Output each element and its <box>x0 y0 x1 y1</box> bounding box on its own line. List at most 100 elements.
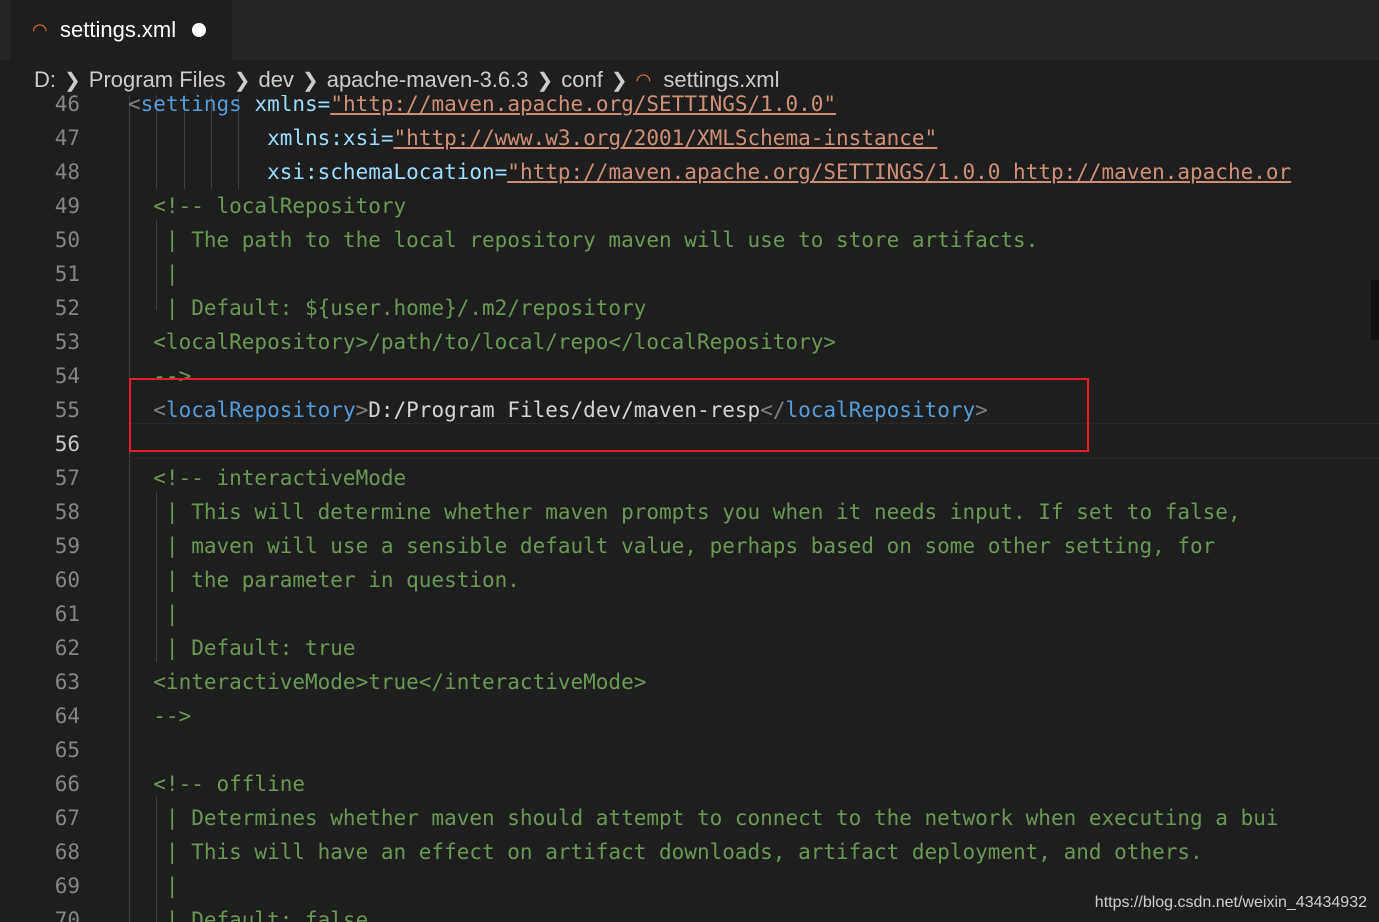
line-number: 46 <box>54 95 80 116</box>
unsaved-dot-icon[interactable] <box>192 23 207 37</box>
line-number: 53 <box>54 330 80 354</box>
code-token: xmlns= <box>241 95 331 116</box>
code-text: | Default: ${user.home}/.m2/repository <box>128 291 646 325</box>
line-number: 55 <box>54 398 80 422</box>
code-token: <localRepository>/path/to/local/repo</lo… <box>128 330 837 354</box>
tab-filename: settings.xml <box>60 17 177 42</box>
line-number: 69 <box>54 874 80 898</box>
watermark: https://blog.csdn.net/weixin_43434932 <box>1092 892 1369 914</box>
line-number: 70 <box>54 908 80 922</box>
code-token: | Default: false <box>128 908 369 922</box>
line-number: 61 <box>54 602 80 626</box>
code-token: settings <box>140 95 242 116</box>
code-token: "http://www.w3.org/2001/XMLSchema-instan… <box>393 126 938 150</box>
code-line[interactable]: 63 <interactiveMode>true</interactiveMod… <box>0 665 1379 699</box>
code-line[interactable]: 62 | Default: true <box>0 631 1379 665</box>
code-token: | <box>128 602 179 626</box>
code-line[interactable]: 68 | This will have an effect on artifac… <box>0 835 1379 869</box>
line-number: 64 <box>54 704 80 728</box>
code-editor[interactable]: 46 <settings xmlns="http://maven.apache.o… <box>0 95 1379 922</box>
line-number: 52 <box>54 296 80 320</box>
code-line[interactable]: 67 | Determines whether maven should att… <box>0 801 1379 835</box>
code-text: <!-- interactiveMode <box>128 461 406 495</box>
code-token: <interactiveMode>true</interactiveMode> <box>128 670 647 694</box>
breadcrumb-item-maven[interactable]: apache-maven-3.6.3 <box>327 67 529 93</box>
code-text: xmlns:xsi="http://www.w3.org/2001/XMLSch… <box>128 121 937 155</box>
rss-icon: ◠ <box>635 69 652 91</box>
code-token: | This will have an effect on artifact d… <box>128 840 1203 864</box>
line-number: 66 <box>54 772 80 796</box>
code-line[interactable]: 60 | the parameter in question. <box>0 563 1379 597</box>
chevron-right-icon: ❯ <box>233 69 251 92</box>
tab-bar: ◠ settings.xml <box>0 0 1379 60</box>
code-line[interactable]: 66 <!-- offline <box>0 767 1379 801</box>
code-text: | <box>128 597 179 631</box>
code-text: <!-- offline <box>128 767 305 801</box>
code-line[interactable]: 65 <box>0 733 1379 767</box>
code-line[interactable]: 59 | maven will use a sensible default v… <box>0 529 1379 563</box>
breadcrumb-item-conf[interactable]: conf <box>561 67 603 93</box>
line-number: 54 <box>54 364 80 388</box>
code-text: <settings xmlns="http://maven.apache.org… <box>128 95 836 121</box>
code-token: | maven will use a sensible default valu… <box>128 534 1216 558</box>
code-line[interactable]: 64 --> <box>0 699 1379 733</box>
code-token: | <box>128 874 179 898</box>
line-number: 47 <box>54 126 80 150</box>
code-text: <localRepository>/path/to/local/repo</lo… <box>128 325 836 359</box>
code-token: "http://maven.apache.org/SETTINGS/1.0.0 … <box>507 160 1292 184</box>
line-number: 59 <box>54 534 80 558</box>
code-token: --> <box>128 704 192 728</box>
scrollbar-thumb[interactable] <box>1371 280 1379 340</box>
line-number: 57 <box>54 466 80 490</box>
code-text: <interactiveMode>true</interactiveMode> <box>128 665 646 699</box>
code-line[interactable]: 61 | <box>0 597 1379 631</box>
chevron-right-icon: ❯ <box>536 69 554 92</box>
code-text: | the parameter in question. <box>128 563 520 597</box>
code-token: | <box>128 262 179 286</box>
code-token: "http://maven.apache.org/SETTINGS/1.0.0" <box>330 95 837 116</box>
tab-settings-xml[interactable]: ◠ settings.xml <box>10 0 232 60</box>
code-line[interactable]: 58 | This will determine whether maven p… <box>0 495 1379 529</box>
chevron-right-icon: ❯ <box>64 69 81 92</box>
code-text: | This will have an effect on artifact d… <box>128 835 1203 869</box>
breadcrumb: D: ❯ Program Files ❯ dev ❯ apache-maven-… <box>34 62 780 98</box>
line-number: 67 <box>54 806 80 830</box>
code-text: | This will determine whether maven prom… <box>128 495 1241 529</box>
code-line[interactable]: 57 <!-- interactiveMode <box>0 461 1379 495</box>
code-line[interactable]: 51 | <box>0 257 1379 291</box>
breadcrumb-item-program-files[interactable]: Program Files <box>89 67 226 93</box>
code-line[interactable]: 52 | Default: ${user.home}/.m2/repositor… <box>0 291 1379 325</box>
code-text: | maven will use a sensible default valu… <box>128 529 1215 563</box>
annotation-highlight-box <box>129 378 1089 452</box>
code-token: xmlns:xsi= <box>128 126 394 150</box>
line-number: 58 <box>54 500 80 524</box>
breadcrumb-item-file[interactable]: settings.xml <box>663 67 779 93</box>
code-line[interactable]: 47 xmlns:xsi="http://www.w3.org/2001/XML… <box>0 121 1379 155</box>
code-text: | <box>128 869 179 903</box>
code-token: <!-- interactiveMode <box>128 466 407 490</box>
rss-icon: ◠ <box>32 19 48 41</box>
code-line[interactable]: 46 <settings xmlns="http://maven.apache.o… <box>0 95 1379 121</box>
code-text: | Default: true <box>128 631 356 665</box>
code-line[interactable]: 50 | The path to the local repository ma… <box>0 223 1379 257</box>
code-token: <!-- localRepository <box>128 194 407 218</box>
line-number: 50 <box>54 228 80 252</box>
line-number: 60 <box>54 568 80 592</box>
line-number: 65 <box>54 738 80 762</box>
code-token: xsi:schemaLocation= <box>128 160 508 184</box>
code-line[interactable]: 49 <!-- localRepository <box>0 189 1379 223</box>
line-number: 62 <box>54 636 80 660</box>
code-text: | <box>128 257 179 291</box>
code-line[interactable]: 53 <localRepository>/path/to/local/repo<… <box>0 325 1379 359</box>
code-token: | Default: true <box>128 636 356 660</box>
line-number: 51 <box>54 262 80 286</box>
code-text: | The path to the local repository maven… <box>128 223 1038 257</box>
code-token: | This will determine whether maven prom… <box>128 500 1241 524</box>
code-token: <!-- offline <box>128 772 306 796</box>
code-text: --> <box>128 699 191 733</box>
breadcrumb-item-drive[interactable]: D: <box>34 67 56 93</box>
code-line[interactable]: 48 xsi:schemaLocation="http://maven.apac… <box>0 155 1379 189</box>
breadcrumb-item-dev[interactable]: dev <box>258 67 293 93</box>
code-token: | the parameter in question. <box>128 568 520 592</box>
code-token: | The path to the local repository maven… <box>128 228 1039 252</box>
